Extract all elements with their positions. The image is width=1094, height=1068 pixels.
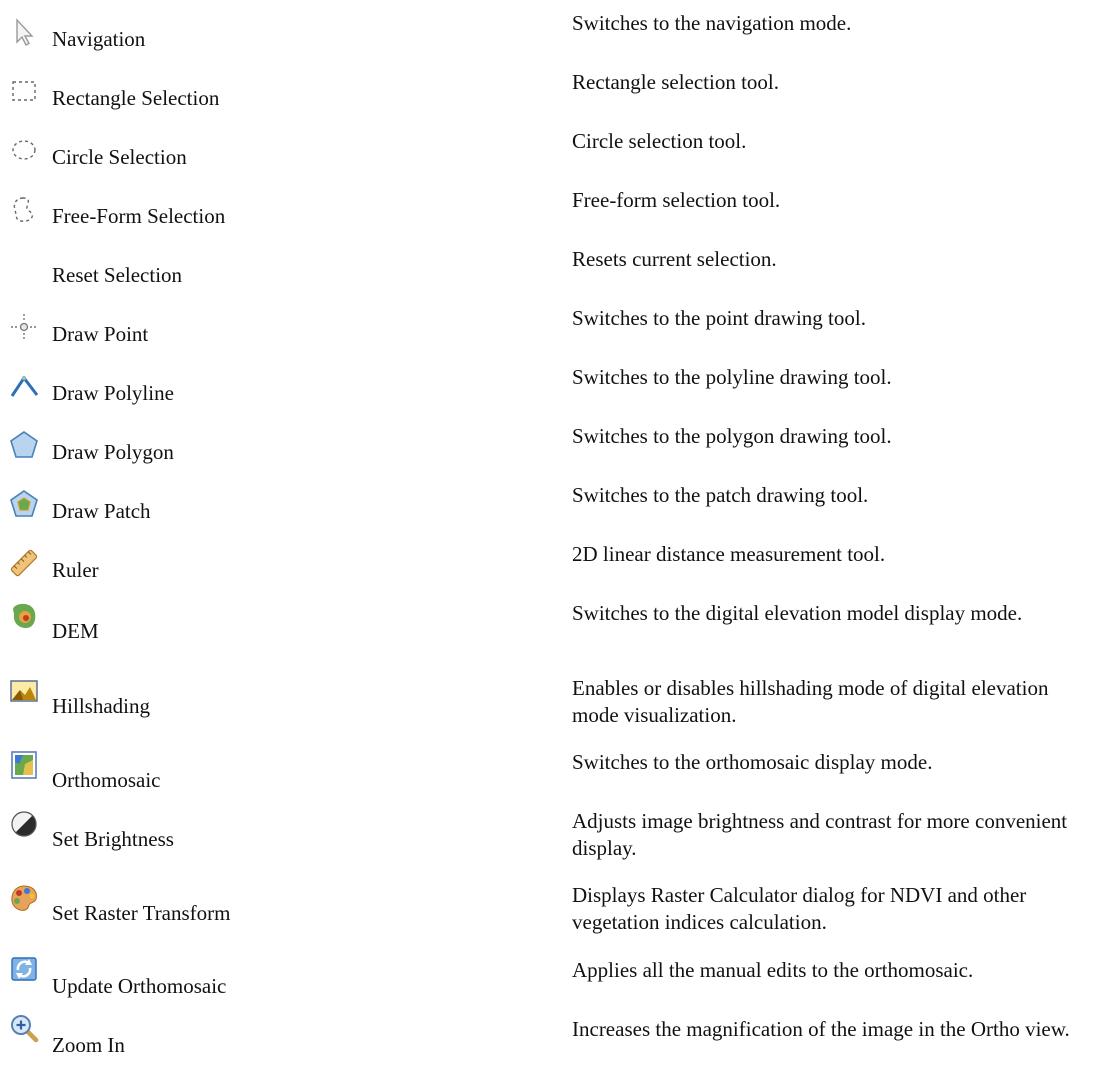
draw-point-icon <box>8 311 40 343</box>
navigation-cursor-icon <box>8 16 40 48</box>
tool-name: Set Raster Transform <box>52 901 231 925</box>
tool-navigation[interactable]: Navigation <box>0 10 520 62</box>
rectangle-selection-icon <box>8 75 40 107</box>
tool-description: Switches to the patch drawing tool. <box>572 483 869 507</box>
dem-icon <box>8 600 40 632</box>
tool-name: Draw Point <box>52 322 149 346</box>
tool-name: Free-Form Selection <box>52 204 226 228</box>
tool-description: Switches to the polyline drawing tool. <box>572 365 892 389</box>
tool-zoom-in[interactable]: Zoom In <box>0 1015 520 1068</box>
draw-polygon-icon <box>8 429 40 461</box>
tool-name: Reset Selection <box>52 263 183 287</box>
draw-polyline-icon <box>8 370 40 402</box>
hillshading-icon <box>8 675 40 707</box>
draw-patch-icon <box>8 488 40 520</box>
tool-rectangle-selection[interactable]: Rectangle Selection <box>0 69 520 121</box>
tool-description: Circle selection tool. <box>572 129 747 153</box>
tool-name: Ruler <box>52 558 99 582</box>
tool-draw-polyline[interactable]: Draw Polyline <box>0 364 520 416</box>
tool-name: Rectangle Selection <box>52 86 220 110</box>
raster-transform-icon <box>8 882 40 914</box>
update-orthomosaic-icon <box>8 953 40 985</box>
tool-draw-patch[interactable]: Draw Patch <box>0 482 520 534</box>
tool-description: Switches to the polygon drawing tool. <box>572 424 892 448</box>
tool-description: Displays Raster Calculator dialog for ND… <box>572 883 1027 934</box>
zoom-in-icon <box>8 1012 40 1044</box>
tool-draw-point[interactable]: Draw Point <box>0 305 520 357</box>
tool-description: Switches to the digital elevation model … <box>572 601 1023 625</box>
brightness-icon <box>8 808 40 840</box>
tool-name: Draw Patch <box>52 499 151 523</box>
tool-name: Set Brightness <box>52 827 174 851</box>
tool-circle-selection[interactable]: Circle Selection <box>0 128 520 180</box>
tool-name: Hillshading <box>52 694 150 718</box>
tool-name: Circle Selection <box>52 145 187 169</box>
ruler-icon <box>8 547 40 579</box>
tool-name: Orthomosaic <box>52 768 161 792</box>
tool-freeform-selection[interactable]: Free-Form Selection <box>0 187 520 239</box>
tool-name: Draw Polygon <box>52 440 174 464</box>
tool-set-brightness[interactable]: Set Brightness <box>0 808 520 860</box>
tool-orthomosaic[interactable]: Orthomosaic <box>0 749 520 801</box>
tool-description: Applies all the manual edits to the orth… <box>572 958 974 982</box>
tool-dem[interactable]: DEM <box>0 600 520 652</box>
tool-name: Draw Polyline <box>52 381 174 405</box>
tool-description: Rectangle selection tool. <box>572 70 780 94</box>
tool-set-raster-transform[interactable]: Set Raster Transform <box>0 882 520 934</box>
tool-ruler[interactable]: Ruler <box>0 541 520 593</box>
tool-name: Zoom In <box>52 1033 125 1057</box>
tool-update-orthomosaic[interactable]: Update Orthomosaic <box>0 957 520 1009</box>
tool-description: Resets current selection. <box>572 247 777 271</box>
circle-selection-icon <box>8 134 40 166</box>
tool-name: Navigation <box>52 27 146 51</box>
tool-hillshading[interactable]: Hillshading <box>0 675 520 727</box>
tool-description: Switches to the point drawing tool. <box>572 306 866 330</box>
tool-draw-polygon[interactable]: Draw Polygon <box>0 423 520 475</box>
tool-reset-selection[interactable]: Reset Selection <box>0 246 520 298</box>
tool-name: Update Orthomosaic <box>52 974 227 998</box>
freeform-selection-icon <box>8 193 40 225</box>
tool-description: Switches to the navigation mode. <box>572 11 852 35</box>
tool-name: DEM <box>52 619 99 643</box>
tool-description: Adjusts image brightness and contrast fo… <box>572 809 1068 860</box>
orthomosaic-icon <box>8 749 40 781</box>
tool-description: Free-form selection tool. <box>572 188 781 212</box>
tool-description: Switches to the orthomosaic display mode… <box>572 750 933 774</box>
tool-description: Increases the magnification of the image… <box>572 1017 1070 1041</box>
tool-description: Enables or disables hillshading mode of … <box>572 676 1049 727</box>
tool-description: 2D linear distance measurement tool. <box>572 542 886 566</box>
